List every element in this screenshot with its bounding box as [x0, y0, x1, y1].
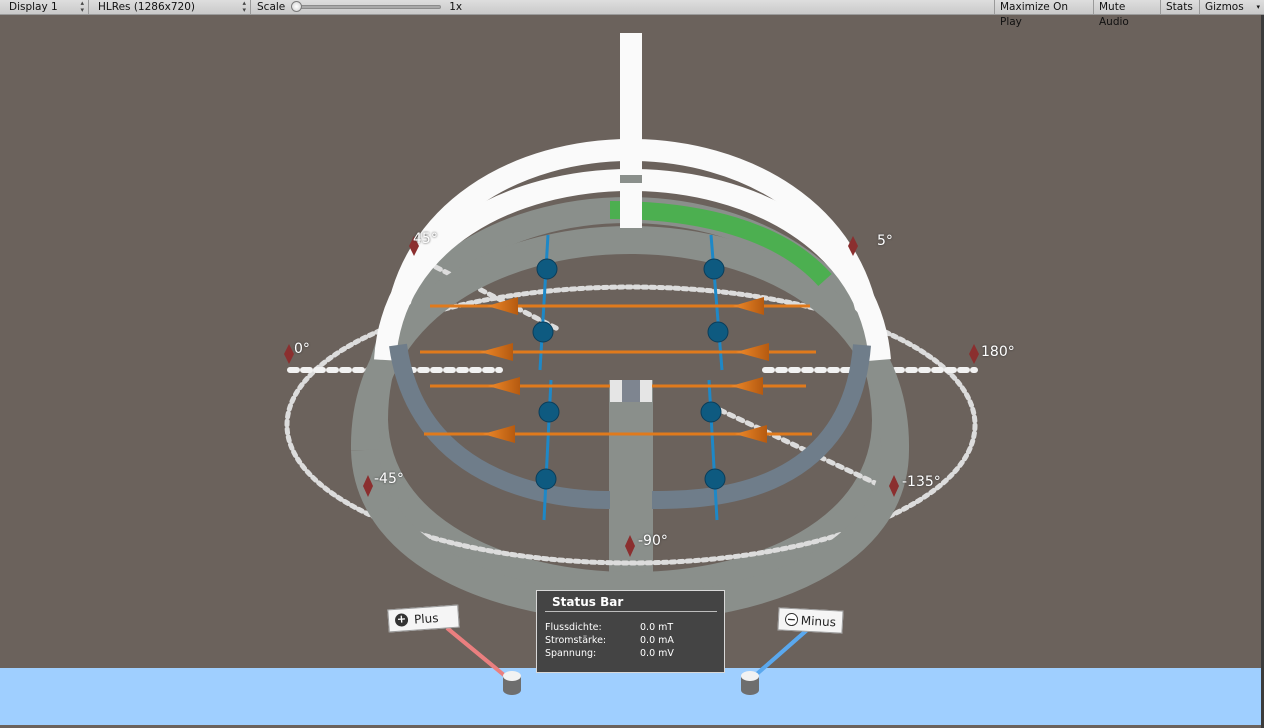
- angle-label-180: 180°: [981, 344, 1015, 360]
- status-value: 0.0 mV: [640, 648, 674, 659]
- status-bar-panel: Status Bar Flussdichte: 0.0 mT Stromstär…: [536, 590, 725, 673]
- status-value: 0.0 mA: [640, 635, 674, 646]
- status-value: 0.0 mT: [640, 622, 674, 633]
- angle-label-45: 45°: [413, 231, 438, 247]
- plus-terminal-label[interactable]: + Plus: [387, 604, 460, 633]
- plus-label: Plus: [413, 610, 439, 627]
- angle-label-minus-45: -45°: [374, 471, 404, 487]
- angle-label-minus-90: -90°: [638, 533, 668, 549]
- status-label: Flussdichte:: [545, 622, 602, 633]
- minus-icon: −: [784, 612, 799, 627]
- status-bar-divider: [545, 611, 717, 612]
- status-bar-title: Status Bar: [552, 595, 624, 609]
- minus-terminal-label[interactable]: − Minus: [777, 607, 844, 634]
- minus-label: Minus: [800, 613, 837, 629]
- status-label: Stromstärke:: [545, 635, 607, 646]
- status-label: Spannung:: [545, 648, 597, 659]
- angle-label-0: 0°: [294, 341, 310, 357]
- angle-label-minus-135: -135°: [902, 474, 941, 490]
- angle-label-135: 5°: [877, 233, 893, 249]
- plus-icon: +: [394, 612, 409, 627]
